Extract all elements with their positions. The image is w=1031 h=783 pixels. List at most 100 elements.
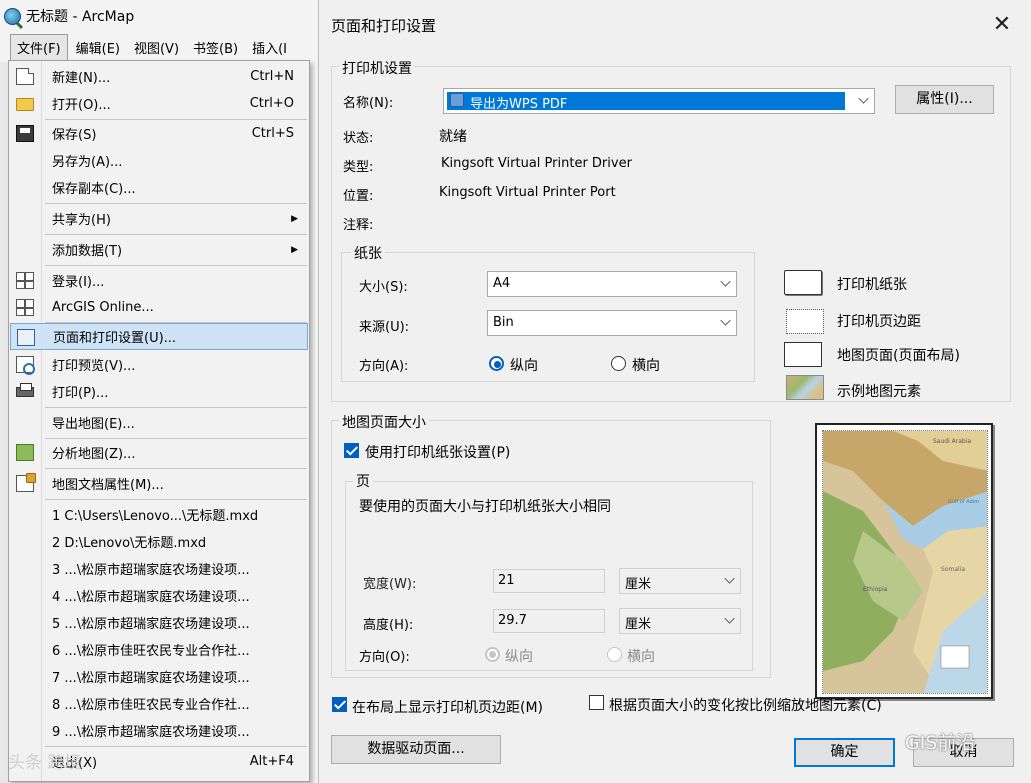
height-unit-select[interactable]: 厘米 (619, 608, 741, 634)
map-label-ethiopia: Ethiopia (863, 586, 888, 593)
print-icon (16, 383, 34, 397)
legend-map-page: 地图页面(页面布局) (837, 348, 960, 364)
chevron-down-icon (858, 93, 869, 104)
menu-insert[interactable]: 插入(I (246, 35, 293, 60)
sign-in-icon (16, 272, 34, 289)
use-printer-settings-label: 使用打印机纸张设置(P) (365, 445, 511, 461)
recent-file-3[interactable]: 3 ...\松原市超瑞家庭农场建设项... (10, 555, 308, 582)
menu-item-open[interactable]: 打开(O)... Ctrl+O (10, 90, 308, 117)
paper-landscape-radio[interactable] (611, 356, 626, 371)
printer-name-select[interactable]: 导出为WPS PDF (443, 88, 875, 114)
menu-separator (45, 203, 307, 204)
menu-item-sign-in[interactable]: 登录(I)... (10, 267, 308, 294)
menu-view[interactable]: 视图(V) (128, 35, 185, 60)
menu-item-print[interactable]: 打印(P)... (10, 378, 308, 405)
menu-item-shortcut: Ctrl+N (250, 69, 294, 84)
menu-item-analyze-map[interactable]: 分析地图(Z)... (10, 439, 308, 466)
recent-file-6[interactable]: 6 ...\松原市佳旺农民专业合作社... (10, 636, 308, 663)
menu-item-share-as[interactable]: 共享为(H) ▶ (10, 205, 308, 232)
menu-item-page-print-setup[interactable]: 页面和打印设置(U)... (10, 323, 308, 350)
menu-item-new[interactable]: 新建(N)... Ctrl+N (10, 63, 308, 90)
comment-label: 注释: (343, 218, 374, 233)
menu-item-add-data[interactable]: 添加数据(T) ▶ (10, 236, 308, 263)
recent-file-7[interactable]: 7 ...\松原市超瑞家庭农场建设项... (10, 663, 308, 690)
printer-name-value: 导出为WPS PDF (470, 97, 568, 112)
menu-item-export-map[interactable]: 导出地图(E)... (10, 409, 308, 436)
menu-item-document-properties[interactable]: 地图文档属性(M)... (10, 470, 308, 497)
width-unit-value: 厘米 (625, 577, 652, 592)
page-landscape-label: 横向 (627, 649, 655, 665)
paper-size-value: A4 (493, 276, 511, 291)
paper-landscape-label: 横向 (632, 358, 660, 374)
menu-item-label: 打印(P)... (52, 386, 109, 401)
page-portrait-label: 纵向 (505, 649, 533, 665)
page-portrait-radio[interactable] (485, 647, 500, 662)
menu-item-save-as[interactable]: 另存为(A)... (10, 147, 308, 174)
menu-file[interactable]: 文件(F) (10, 33, 68, 61)
close-icon[interactable]: ✕ (987, 10, 1017, 40)
toolbar-strip (0, 62, 8, 783)
recent-file-1[interactable]: 1 C:\Users\Lenovo...\无标题.mxd (10, 501, 308, 528)
show-margins-checkbox[interactable] (332, 697, 347, 712)
menu-item-label: 1 C:\Users\Lenovo...\无标题.mxd (52, 509, 259, 524)
menu-item-label: 页面和打印设置(U)... (53, 331, 177, 346)
menu-item-label: 新建(N)... (52, 71, 111, 86)
menu-item-label: 分析地图(Z)... (52, 447, 136, 462)
arcgis-online-icon (16, 299, 34, 316)
paper-size-select[interactable]: A4 (487, 271, 737, 297)
scale-elements-checkbox[interactable] (589, 695, 604, 710)
paper-source-select[interactable]: Bin (487, 310, 737, 336)
chevron-down-icon (724, 573, 735, 584)
menu-item-label: 2 D:\Lenovo\无标题.mxd (52, 536, 207, 551)
menu-item-label: 保存(S) (52, 128, 97, 143)
menu-item-label: 7 ...\松原市超瑞家庭农场建设项... (52, 671, 250, 686)
menu-item-label: 6 ...\松原市佳旺农民专业合作社... (52, 644, 250, 659)
recent-file-9[interactable]: 9 ...\松原市超瑞家庭农场建设项... (10, 717, 308, 744)
width-unit-select[interactable]: 厘米 (619, 568, 741, 594)
scale-elements-label: 根据页面大小的变化按比例缩放地图元素(C) (609, 698, 882, 714)
paper-source-label: 来源(U): (359, 320, 410, 335)
menu-item-label: 8 ...\松原市佳旺农民专业合作社... (52, 698, 250, 713)
menu-item-shortcut: Alt+F4 (249, 754, 294, 769)
type-value: Kingsoft Virtual Printer Driver (441, 156, 632, 171)
menu-item-label: 添加数据(T) (52, 244, 123, 259)
menu-item-save[interactable]: 保存(S) Ctrl+S (10, 120, 308, 147)
recent-file-8[interactable]: 8 ...\松原市佳旺农民专业合作社... (10, 690, 308, 717)
menu-edit[interactable]: 编辑(E) (70, 35, 126, 60)
recent-file-2[interactable]: 2 D:\Lenovo\无标题.mxd (10, 528, 308, 555)
menu-item-save-copy[interactable]: 保存副本(C)... (10, 174, 308, 201)
page-group-title: 页 (353, 471, 373, 491)
sample-map-image: Saudi Arabia Gulf of Aden Somalia Ethiop… (823, 431, 987, 693)
menu-item-print-preview[interactable]: 打印预览(V)... (10, 351, 308, 378)
recent-file-4[interactable]: 4 ...\松原市超瑞家庭农场建设项... (10, 582, 308, 609)
page-print-setup-dialog: 页面和打印设置 ✕ 打印机设置 名称(N): 导出为WPS PDF 属性(I).… (318, 0, 1031, 783)
ok-button[interactable]: 确定 (794, 738, 895, 767)
dialog-title: 页面和打印设置 (331, 17, 437, 35)
type-label: 类型: (343, 160, 374, 175)
printer-paper-swatch (784, 270, 822, 295)
page-setup-icon (17, 329, 35, 346)
paper-portrait-label: 纵向 (510, 358, 538, 374)
file-menu: 新建(N)... Ctrl+N 打开(O)... Ctrl+O 保存(S) Ct… (8, 60, 310, 782)
menu-item-label: 登录(I)... (52, 275, 105, 290)
printer-margins-swatch (786, 309, 824, 334)
height-field[interactable]: 29.7 (493, 609, 605, 633)
use-printer-settings-checkbox[interactable] (344, 443, 359, 458)
menu-separator (45, 468, 307, 469)
menu-bookmarks[interactable]: 书签(B) (187, 35, 244, 60)
legend-printer-paper: 打印机纸张 (837, 277, 907, 293)
arcmap-titlebar: 无标题 - ArcMap (0, 0, 318, 32)
page-landscape-radio[interactable] (607, 647, 622, 662)
data-driven-pages-button[interactable]: 数据驱动页面... (331, 735, 501, 764)
menu-item-label: 3 ...\松原市超瑞家庭农场建设项... (52, 563, 250, 578)
recent-file-5[interactable]: 5 ...\松原市超瑞家庭农场建设项... (10, 609, 308, 636)
legend-printer-margins: 打印机页边距 (837, 314, 921, 330)
open-folder-icon (16, 98, 34, 111)
menu-item-arcgis-online[interactable]: ArcGIS Online... (10, 294, 308, 321)
printer-setup-title: 打印机设置 (339, 58, 415, 78)
location-value: Kingsoft Virtual Printer Port (439, 185, 616, 200)
paper-portrait-radio[interactable] (489, 356, 504, 371)
submenu-arrow-icon: ▶ (291, 213, 298, 224)
printer-properties-button[interactable]: 属性(I)... (895, 85, 994, 114)
width-field[interactable]: 21 (493, 569, 605, 593)
